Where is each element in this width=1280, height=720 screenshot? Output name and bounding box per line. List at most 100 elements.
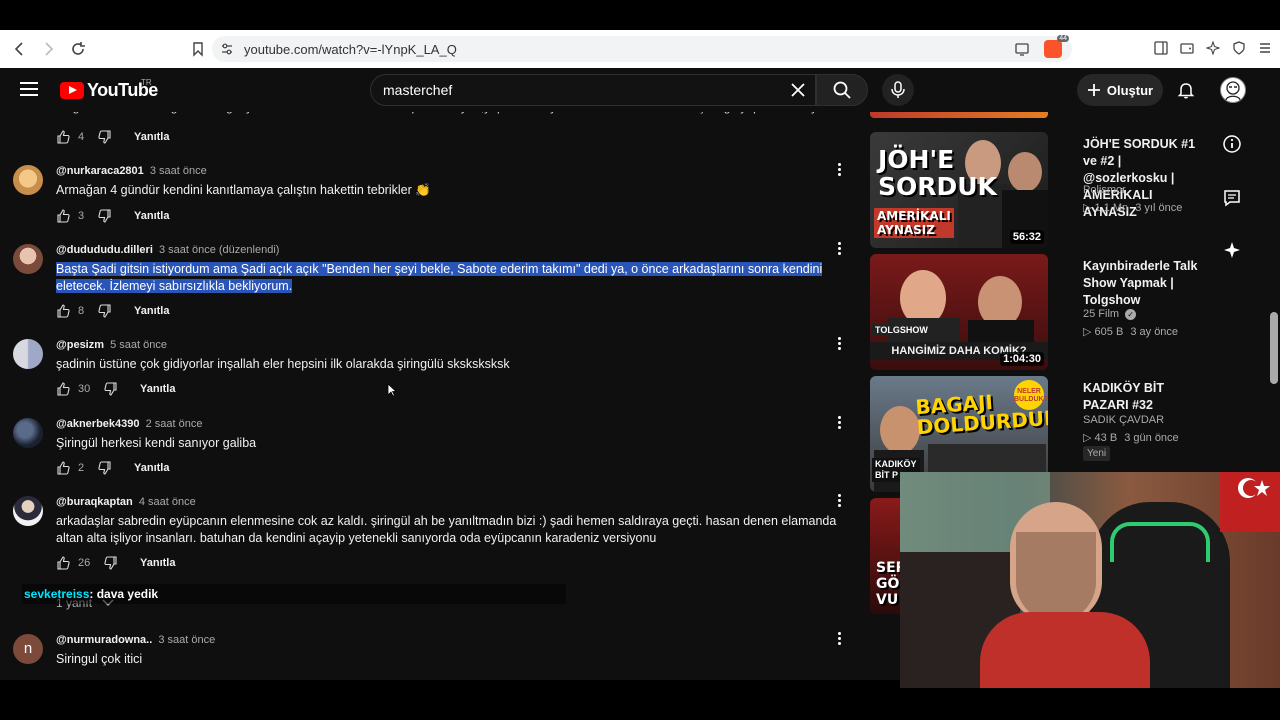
avatar[interactable] xyxy=(13,244,43,274)
search-button[interactable] xyxy=(816,74,868,106)
reply-button[interactable]: Yanıtla xyxy=(140,557,175,569)
reload-button[interactable] xyxy=(66,37,90,61)
cast-icon[interactable] xyxy=(1014,41,1030,57)
comment-menu-icon[interactable] xyxy=(836,416,842,432)
like-icon[interactable] xyxy=(56,382,70,396)
thumbnail-face xyxy=(880,406,920,454)
thumbnail-title: JÖH'E SORDUK xyxy=(878,146,997,200)
comment-menu-icon[interactable] xyxy=(836,337,842,353)
search-input[interactable]: masterchef xyxy=(370,74,816,106)
search-query: masterchef xyxy=(383,82,453,98)
scrollbar-thumb[interactable] xyxy=(1270,312,1278,384)
sidebar-toggle-icon[interactable] xyxy=(1152,37,1170,59)
youtube-logo[interactable]: YouTube TR xyxy=(60,78,158,101)
video-channel[interactable]: 25 Film ✓ xyxy=(1083,308,1137,320)
dislike-icon[interactable] xyxy=(98,130,112,144)
avatar[interactable] xyxy=(13,418,43,448)
site-settings-icon[interactable] xyxy=(220,42,234,56)
like-count: 26 xyxy=(78,557,91,569)
reply-button[interactable]: Yanıtla xyxy=(134,462,169,474)
previous-video-thumbnail-edge[interactable] xyxy=(870,112,1048,118)
thumbnail-face xyxy=(1008,152,1042,192)
video-channel[interactable]: Polismor xyxy=(1083,184,1126,196)
comment-author[interactable]: @nurmuradowna.. xyxy=(56,634,152,646)
avatar[interactable] xyxy=(13,165,43,195)
comment-author[interactable]: @nurkaraca2801 xyxy=(56,165,144,177)
brave-shields-icon[interactable]: 44 xyxy=(1044,35,1069,58)
comment-time[interactable]: 3 saat önce (düzenlendi) xyxy=(159,244,279,256)
video-age: 3 ay önce xyxy=(1130,326,1179,338)
webcam-flag xyxy=(1220,472,1280,532)
address-bar[interactable]: youtube.com/watch?v=-lYnpK_LA_Q 44 xyxy=(212,35,1072,62)
comment-author[interactable]: @buraqkaptan xyxy=(56,496,133,508)
views-icon: ▷ xyxy=(1083,432,1092,444)
comment-text: Armağan 4 gündür kendini kanıtlamaya çal… xyxy=(56,183,431,197)
avatar[interactable] xyxy=(13,496,43,526)
ask-ai-icon[interactable] xyxy=(1222,240,1246,265)
comment-text: Şiringül herkesi kendi sanıyor galiba xyxy=(56,436,257,450)
video-meta: ▷ 605 B 3 ay önce xyxy=(1083,325,1178,338)
comment-time[interactable]: 2 saat önce xyxy=(146,418,203,430)
dislike-icon[interactable] xyxy=(98,461,112,475)
comment-author[interactable]: @dudududu.dilleri xyxy=(56,244,153,256)
video-title[interactable]: KADIKÖY BİT PAZARI #32 xyxy=(1083,380,1201,414)
forward-button[interactable] xyxy=(36,37,60,61)
create-button[interactable]: Oluştur xyxy=(1077,74,1163,106)
logo-region: TR xyxy=(141,78,152,87)
guide-menu-icon[interactable] xyxy=(20,82,38,96)
notifications-bell-icon[interactable] xyxy=(1176,80,1196,100)
account-avatar[interactable] xyxy=(1220,77,1246,103)
video-channel[interactable]: SADIK ÇAVDAR xyxy=(1083,414,1164,426)
sidebar-video[interactable]: TOLGSHOW HANGİMİZ DAHA KOMİK? 1:04:30 Ka… xyxy=(870,254,1200,370)
sidebar-video[interactable]: JÖH'E SORDUK AMERİKALI AYNASIZ 56:32 JÖH… xyxy=(870,132,1200,248)
dislike-icon[interactable] xyxy=(104,382,118,396)
like-icon[interactable] xyxy=(56,461,70,475)
leo-ai-icon[interactable] xyxy=(1204,37,1222,59)
comment-actions: 3 Yanıtla xyxy=(56,209,169,223)
stream-chat-message: sevketreiss: dava yedik xyxy=(22,584,566,604)
comment-time[interactable]: 5 saat önce xyxy=(110,339,167,351)
video-thumbnail[interactable]: TOLGSHOW HANGİMİZ DAHA KOMİK? 1:04:30 xyxy=(870,254,1048,370)
mouse-cursor-icon xyxy=(387,383,397,397)
bookmark-button[interactable] xyxy=(186,37,210,61)
dislike-icon[interactable] xyxy=(98,304,112,318)
comment-time[interactable]: 3 saat önce xyxy=(158,634,215,646)
dislike-icon[interactable] xyxy=(98,209,112,223)
comment-author[interactable]: @aknerbek4390 xyxy=(56,418,140,430)
back-button[interactable] xyxy=(8,37,32,61)
reply-button[interactable]: Yanıtla xyxy=(134,131,169,143)
bookmark-icon xyxy=(193,42,203,57)
like-icon[interactable] xyxy=(56,130,70,144)
info-icon[interactable] xyxy=(1222,134,1246,159)
comment-menu-icon[interactable] xyxy=(836,163,842,179)
comment-menu-icon[interactable] xyxy=(836,632,842,648)
comment-time[interactable]: 4 saat önce xyxy=(139,496,196,508)
chat-icon[interactable] xyxy=(1222,188,1246,213)
avatar[interactable]: n xyxy=(13,634,43,664)
chat-username: sevketreiss xyxy=(24,587,90,601)
like-icon[interactable] xyxy=(56,556,70,570)
voice-search-button[interactable] xyxy=(882,74,914,106)
reply-button[interactable]: Yanıtla xyxy=(134,210,169,222)
video-title[interactable]: Kayınbiraderle Talk Show Yapmak | Tolgsh… xyxy=(1083,258,1201,309)
reply-button[interactable]: Yanıtla xyxy=(140,383,175,395)
dislike-icon[interactable] xyxy=(104,556,118,570)
wallet-icon[interactable] xyxy=(1178,37,1196,59)
video-thumbnail[interactable]: JÖH'E SORDUK AMERİKALI AYNASIZ 56:32 xyxy=(870,132,1048,248)
like-icon[interactable] xyxy=(56,304,70,318)
thumbnail-brand: TOLGSHOW xyxy=(872,324,931,336)
comment-author[interactable]: @pesizm xyxy=(56,339,104,351)
forward-arrow-icon xyxy=(45,42,54,56)
like-icon[interactable] xyxy=(56,209,70,223)
thumbnail-corner-line: KADIKÖY xyxy=(875,459,917,469)
top-black-bar xyxy=(0,0,1280,30)
clear-search-icon[interactable] xyxy=(789,81,807,99)
comment-menu-icon[interactable] xyxy=(836,494,842,510)
vpn-shield-icon[interactable] xyxy=(1230,37,1248,59)
avatar[interactable] xyxy=(13,339,43,369)
reply-button[interactable]: Yanıtla xyxy=(134,305,169,317)
menu-icon[interactable] xyxy=(1256,37,1274,59)
comment-time[interactable]: 3 saat önce xyxy=(150,165,207,177)
comment-menu-icon[interactable] xyxy=(836,242,842,258)
comment-text-selected: Başta Şadi gitsin istiyordum ama Şadi aç… xyxy=(56,262,823,293)
